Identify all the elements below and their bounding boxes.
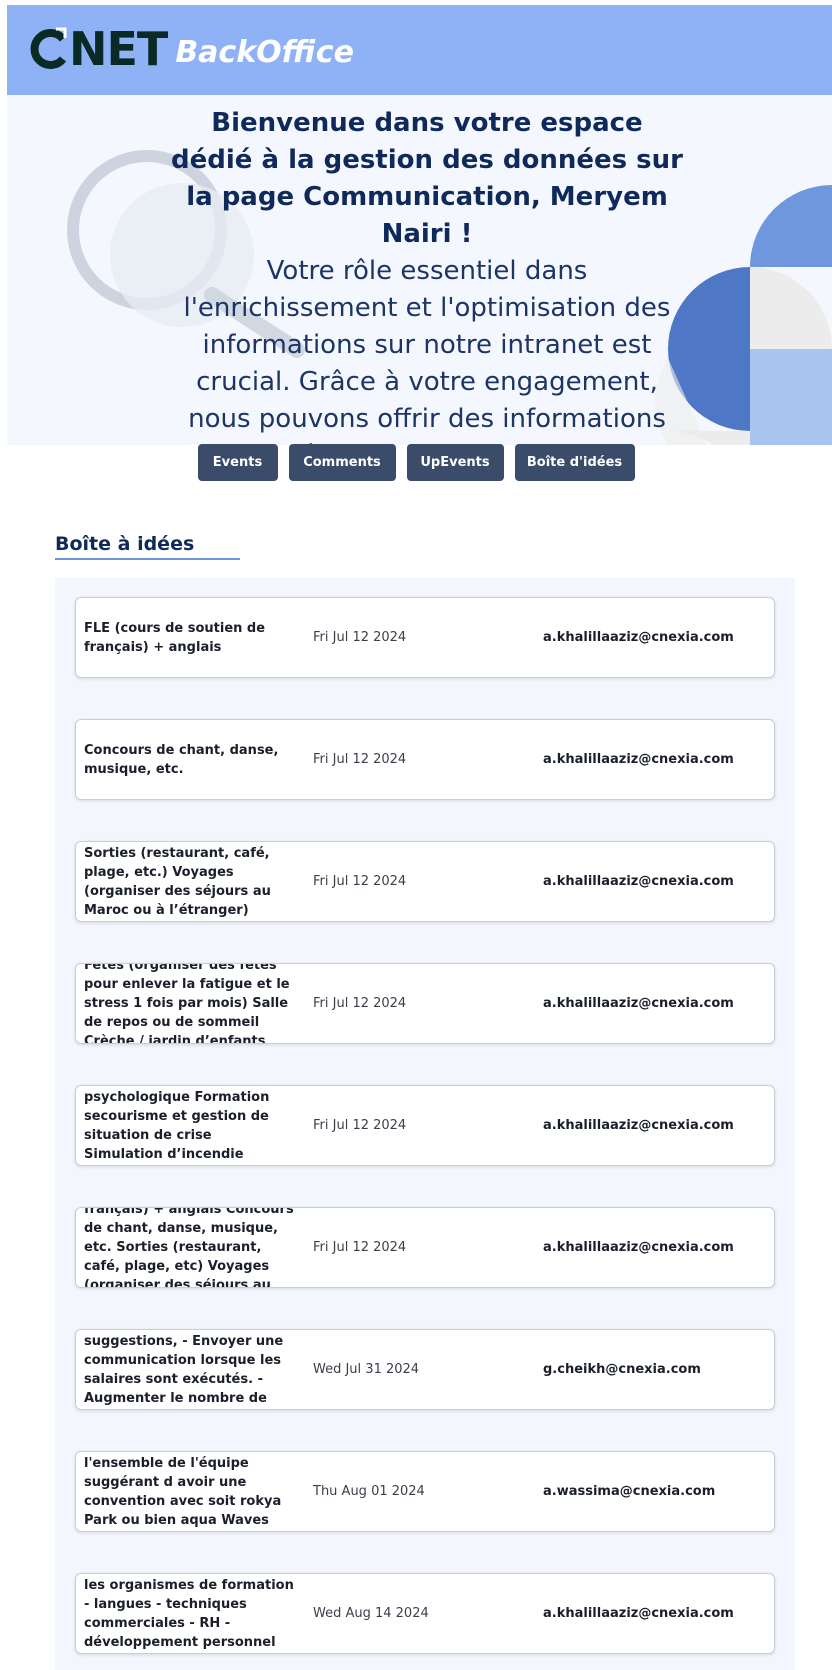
idea-date: Wed Jul 31 2024: [313, 1362, 420, 1377]
cnet-logo-mark: [27, 27, 71, 71]
idea-box-button[interactable]: Boîte d'idées: [514, 444, 635, 481]
idea-author-email: a.khalillaaziz@cnexia.com: [543, 630, 734, 645]
idea-date: Fri Jul 12 2024: [313, 996, 407, 1011]
idea-card[interactable]: bonjour je parle au nom de l'ensemble de…: [75, 1451, 775, 1532]
idea-card[interactable]: Bonjour, J’ai deux suggestions, - Envoye…: [75, 1329, 775, 1410]
idea-list: FLE (cours de soutien de français) + ang…: [55, 578, 795, 1670]
idea-text: FLE (cours de soutien de français) + ang…: [84, 620, 266, 655]
idea-text: Bonjour, J’ai deux suggestions, - Envoye…: [84, 1333, 284, 1406]
welcome-message: Bienvenue dans votre espace dédié à la g…: [167, 105, 687, 445]
idea-author-email: a.khalillaaziz@cnexia.com: [543, 1240, 734, 1255]
title-underline: [55, 558, 240, 560]
idea-date: Fri Jul 12 2024: [313, 752, 407, 767]
welcome-hero: Bienvenue dans votre espace dédié à la g…: [7, 95, 832, 445]
idea-date: Fri Jul 12 2024: [313, 630, 407, 645]
welcome-body: Votre rôle essentiel dans l'enrichisseme…: [183, 256, 671, 445]
idea-text: Cellule d’écoute / soutien psychologique…: [84, 1089, 270, 1162]
idea-author-email: a.khalillaaziz@cnexia.com: [543, 996, 734, 1011]
idea-text: Concours de chant, danse, musique, etc.: [84, 742, 279, 777]
idea-author-email: g.cheikh@cnexia.com: [543, 1362, 701, 1377]
idea-text: Sorties (restaurant, café, plage, etc.) …: [84, 845, 271, 918]
idea-author-email: a.khalillaaziz@cnexia.com: [543, 874, 734, 889]
idea-card[interactable]: Sorties (restaurant, café, plage, etc.) …: [75, 841, 775, 922]
idea-box-title: Boîte à idées: [55, 533, 195, 555]
section-nav: Events Comments UpEvents Boîte d'idées: [0, 444, 832, 481]
idea-card[interactable]: Fêtes (organiser des fêtes pour enlever …: [75, 963, 775, 1044]
comments-button[interactable]: Comments: [288, 444, 396, 481]
idea-text: FLE (cours de soutien de français) + ang…: [84, 1208, 294, 1287]
idea-text: négocie des réductions avec les organism…: [84, 1577, 294, 1650]
idea-text: Fêtes (organiser des fêtes pour enlever …: [84, 964, 290, 1043]
idea-author-email: a.khalillaaziz@cnexia.com: [543, 1118, 734, 1133]
top-bar: NET BackOffice: [7, 5, 832, 95]
events-button[interactable]: Events: [197, 444, 278, 481]
idea-date: Wed Aug 14 2024: [313, 1606, 429, 1621]
idea-card[interactable]: Cellule d’écoute / soutien psychologique…: [75, 1085, 775, 1166]
idea-card[interactable]: FLE (cours de soutien de français) + ang…: [75, 597, 775, 678]
idea-card[interactable]: négocie des réductions avec les organism…: [75, 1573, 775, 1654]
idea-author-email: a.khalillaaziz@cnexia.com: [543, 752, 734, 767]
logo-net-text: NET: [69, 22, 168, 76]
idea-card[interactable]: FLE (cours de soutien de français) + ang…: [75, 1207, 775, 1288]
idea-date: Fri Jul 12 2024: [313, 874, 407, 889]
idea-author-email: a.khalillaaziz@cnexia.com: [543, 1606, 734, 1621]
idea-author-email: a.wassima@cnexia.com: [543, 1484, 716, 1499]
logo-backoffice-text: BackOffice: [175, 35, 354, 70]
idea-card[interactable]: Concours de chant, danse, musique, etc. …: [75, 719, 775, 800]
idea-date: Fri Jul 12 2024: [313, 1240, 407, 1255]
idea-text: bonjour je parle au nom de l'ensemble de…: [84, 1455, 282, 1528]
idea-date: Fri Jul 12 2024: [313, 1118, 407, 1133]
cnet-backoffice-logo[interactable]: NET BackOffice: [27, 19, 354, 79]
welcome-title: Bienvenue dans votre espace dédié à la g…: [171, 108, 683, 249]
upevents-button[interactable]: UpEvents: [406, 444, 504, 481]
idea-date: Thu Aug 01 2024: [313, 1484, 425, 1499]
